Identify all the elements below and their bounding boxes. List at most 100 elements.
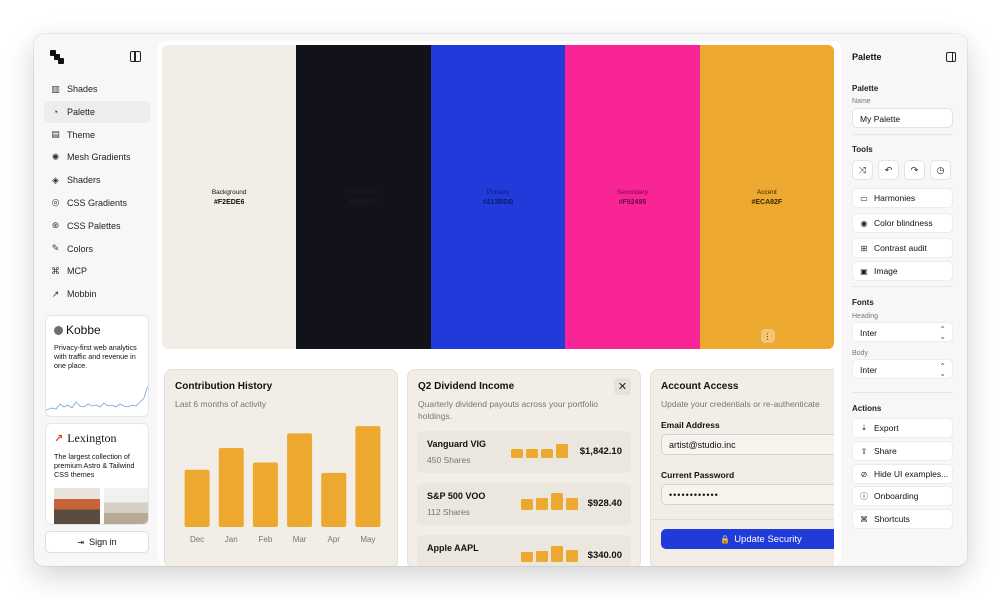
sidebar-item-mcp[interactable]: ⌘ MCP xyxy=(44,260,150,282)
holding-shares: 112 Shares xyxy=(427,507,470,517)
sidebar-item-label: Palette xyxy=(67,106,96,117)
arrow-up-right-icon: ↗ xyxy=(51,288,60,299)
panel-toggle-icon[interactable] xyxy=(946,52,956,62)
swatch-primary[interactable]: Primary #213BDB xyxy=(430,45,566,349)
swatch-background[interactable]: Background #F2EDE6 xyxy=(162,45,297,349)
ad-lexington[interactable]: ↗ Lexington The largest collection of pr… xyxy=(45,423,149,525)
update-security-button[interactable]: 🔒 Update Security xyxy=(661,529,834,549)
sidebar-collapse-icon[interactable] xyxy=(130,51,141,62)
tool-contrast-audit-button[interactable]: ⊞ Contrast audit xyxy=(852,238,953,258)
shuffle-icon[interactable]: ⤨ xyxy=(852,160,873,180)
ad-lexington-thumbnails xyxy=(54,488,148,524)
sidebar-item-label: Mobbin xyxy=(67,289,97,300)
logo-icon[interactable] xyxy=(50,50,64,64)
history-icon[interactable]: ◷ xyxy=(930,160,951,180)
pipette-icon: ✎ xyxy=(51,243,60,254)
sidebar-item-colors[interactable]: ✎ Colors xyxy=(44,238,150,260)
ad-kobbe[interactable]: Kobbe Privacy-first web analytics with t… xyxy=(45,315,149,417)
action-onboarding-button[interactable]: ⓘ Onboarding xyxy=(852,486,953,506)
holding-shares: 450 Shares xyxy=(427,455,471,465)
sidebar-item-shaders[interactable]: ◈ Shaders xyxy=(44,169,150,191)
panel-title: Palette xyxy=(852,52,882,62)
ad-kobbe-sparkline xyxy=(46,386,148,411)
sun-icon: ✺ xyxy=(51,151,60,162)
swatch-foreground[interactable]: Foreground #11121A xyxy=(296,45,431,349)
chart-bar[interactable] xyxy=(287,433,313,527)
palette-name-input[interactable]: My Palette xyxy=(852,108,953,128)
tool-label: Color blindness xyxy=(874,218,933,228)
share-icon: ⇪ xyxy=(860,446,868,456)
sidebar-item-mobbin[interactable]: ↗ Mobbin xyxy=(44,283,150,305)
password-field[interactable]: •••••••••••• xyxy=(661,484,834,505)
tool-image-button[interactable]: ▣ Image xyxy=(852,261,953,281)
holding-name: Vanguard VIG xyxy=(427,439,487,449)
swatch-accent[interactable]: Accent #ECA82F ⋮ xyxy=(699,45,834,349)
eye-off-icon: ⊘ xyxy=(860,469,868,479)
redo-icon[interactable]: ↷ xyxy=(904,160,925,180)
swatch-name: Primary xyxy=(486,188,510,196)
action-label: Hide UI examples... xyxy=(874,469,949,479)
holding-name: S&P 500 VOO xyxy=(427,491,486,501)
shaders-icon: ◈ xyxy=(52,174,59,185)
chart-bar[interactable] xyxy=(184,469,210,527)
swatch-hex: #F2EDE6 xyxy=(214,198,245,206)
holding-bar xyxy=(556,444,568,458)
command-icon: ⌘ xyxy=(860,514,868,524)
email-field[interactable]: artist@studio.inc xyxy=(661,434,834,455)
tools-icon-row: ⤨ ↶ ↷ ◷ xyxy=(852,160,951,180)
body-font-label: Body xyxy=(852,350,868,357)
sign-in-button[interactable]: ⇥ Sign in xyxy=(45,531,149,553)
action-label: Export xyxy=(874,423,899,433)
account-title: Account Access xyxy=(661,381,739,392)
holding-row[interactable]: S&P 500 VOO 112 Shares $928.40 xyxy=(417,483,631,525)
sidebar-item-theme[interactable]: ▤ Theme xyxy=(44,124,150,146)
action-label: Shortcuts xyxy=(874,514,910,524)
holding-bar xyxy=(536,498,548,510)
holding-bar xyxy=(536,551,548,562)
swatch-secondary[interactable]: Secondary #F92495 xyxy=(565,45,700,349)
sidebar-item-css-gradients[interactable]: ◎ CSS Gradients xyxy=(44,192,150,214)
body-font-select[interactable]: Inter ⌃ ⌄ xyxy=(852,359,953,379)
undo-icon[interactable]: ↶ xyxy=(878,160,899,180)
harmonies-icon: ▭ xyxy=(860,193,868,203)
holding-row[interactable]: Vanguard VIG 450 Shares $1,842.10 xyxy=(417,431,631,473)
holding-name: Apple AAPL xyxy=(427,543,479,553)
swatch-name: Accent xyxy=(756,188,777,196)
chart-bar[interactable] xyxy=(355,426,381,527)
sidebar-item-mesh-gradients[interactable]: ✺ Mesh Gradients xyxy=(44,146,150,168)
divider xyxy=(852,286,953,287)
chart-bar[interactable] xyxy=(252,462,278,527)
more-vertical-icon[interactable]: ⋮ xyxy=(760,329,775,343)
sidebar-item-css-palettes[interactable]: ⊛ CSS Palettes xyxy=(44,215,150,237)
heading-font-value: Inter xyxy=(860,328,878,338)
sign-in-icon: ⇥ xyxy=(77,537,85,547)
tool-label: Contrast audit xyxy=(874,243,927,253)
sidebar-nav: ▥ Shades ◔ Palette ▤ Theme ✺ Mesh Gradients ◈ Sha… xyxy=(44,78,150,306)
chart-bar[interactable] xyxy=(218,447,244,527)
tool-color-blindness-button[interactable]: ◉ Color blindness xyxy=(852,213,953,233)
holding-sparkbars xyxy=(511,431,571,473)
close-icon[interactable]: ✕ xyxy=(614,378,631,395)
holding-bar xyxy=(511,449,523,458)
sidebar-item-label: MCP xyxy=(67,266,87,277)
chart-bar[interactable] xyxy=(321,472,347,527)
palette-swatches: Background #F2EDE6 Foreground #11121A Primar… xyxy=(162,45,834,349)
tool-harmonies-button[interactable]: ▭ Harmonies xyxy=(852,188,953,208)
action-share-button[interactable]: ⇪ Share xyxy=(852,441,953,461)
contribution-chart: Dec Jan Feb Mar Apr May xyxy=(184,426,381,544)
holding-bar xyxy=(566,550,578,562)
actions-section-label: Actions xyxy=(852,404,882,413)
sidebar-item-palette[interactable]: ◔ Palette xyxy=(44,100,150,123)
heading-font-select[interactable]: Inter ⌃ ⌄ xyxy=(852,322,953,342)
sidebar-item-shades[interactable]: ▥ Shades xyxy=(44,78,150,100)
ad-lexington-title: ↗ Lexington xyxy=(54,431,140,446)
action-export-button[interactable]: ⤓ Export xyxy=(852,418,953,438)
holding-sparkbars xyxy=(521,535,581,566)
chevrons-up-down-icon: ⌃ ⌄ xyxy=(939,325,946,341)
action-shortcuts-button[interactable]: ⌘ Shortcuts xyxy=(852,509,953,529)
grid-icon: ⊞ xyxy=(860,243,868,253)
holding-bar xyxy=(526,449,538,458)
action-hide-ui-examples-button[interactable]: ⊘ Hide UI examples... xyxy=(852,464,953,484)
holding-row[interactable]: Apple AAPL $340.00 xyxy=(417,535,631,566)
theme-icon: ▤ xyxy=(51,129,60,140)
